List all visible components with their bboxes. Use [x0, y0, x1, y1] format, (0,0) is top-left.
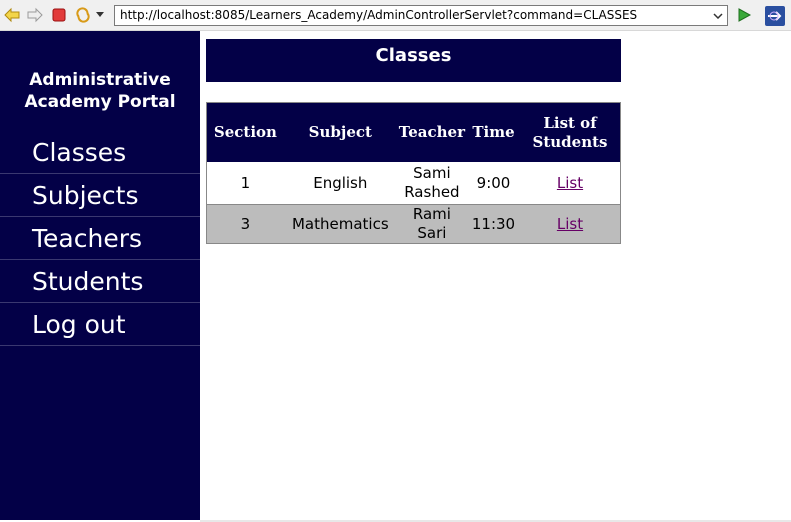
cell-subject: English: [283, 162, 397, 205]
cell-list: List: [520, 204, 621, 244]
sidebar-item-classes[interactable]: Classes: [0, 132, 200, 174]
column-header-subject: Subject: [283, 102, 397, 162]
column-header-time: Time: [467, 102, 520, 162]
cell-section: 1: [206, 162, 284, 205]
page-title: Classes: [206, 39, 621, 82]
cell-teacher: Rami Sari: [396, 204, 467, 244]
sidebar-nav: Classes Subjects Teachers Students Log o…: [0, 132, 200, 346]
column-header-list-of-students: List of Students: [520, 102, 621, 162]
portal-title: Administrative Academy Portal: [24, 70, 176, 112]
column-header-teacher: Teacher: [396, 102, 467, 162]
column-header-section: Section: [206, 102, 284, 162]
sidebar-item-subjects[interactable]: Subjects: [0, 174, 200, 217]
table-row: 3 Mathematics Rami Sari 11:30 List: [206, 204, 621, 244]
forward-arrow-icon[interactable]: [27, 7, 43, 23]
classes-table: Section Subject Teacher Time List of Stu…: [206, 102, 621, 244]
cell-list: List: [520, 162, 621, 205]
sidebar-item-students[interactable]: Students: [0, 260, 200, 303]
cell-time: 11:30: [467, 204, 520, 244]
address-bar[interactable]: http://localhost:8085/Learners_Academy/A…: [114, 5, 728, 26]
stop-icon[interactable]: [51, 7, 67, 23]
list-students-link[interactable]: List: [557, 215, 583, 233]
cell-section: 3: [206, 204, 284, 244]
go-play-icon[interactable]: [736, 7, 752, 23]
back-arrow-icon[interactable]: [4, 7, 20, 23]
list-students-link[interactable]: List: [557, 174, 583, 192]
url-text[interactable]: http://localhost:8085/Learners_Academy/A…: [120, 8, 637, 22]
table-header-row: Section Subject Teacher Time List of Stu…: [206, 102, 621, 162]
browser-toolbar: http://localhost:8085/Learners_Academy/A…: [0, 0, 791, 31]
sidebar-item-log-out[interactable]: Log out: [0, 303, 200, 346]
cell-time: 9:00: [467, 162, 520, 205]
table-row: 1 English Sami Rashed 9:00 List: [206, 162, 621, 205]
sidebar-item-teachers[interactable]: Teachers: [0, 217, 200, 260]
browser-logo-icon[interactable]: [765, 6, 785, 26]
url-dropdown-icon[interactable]: [711, 6, 725, 25]
cell-subject: Mathematics: [283, 204, 397, 244]
cell-teacher: Sami Rashed: [396, 162, 467, 205]
dropdown-arrow-icon[interactable]: [95, 7, 105, 23]
refresh-icon[interactable]: [75, 7, 91, 23]
sidebar: Administrative Academy Portal Classes Su…: [0, 31, 200, 520]
